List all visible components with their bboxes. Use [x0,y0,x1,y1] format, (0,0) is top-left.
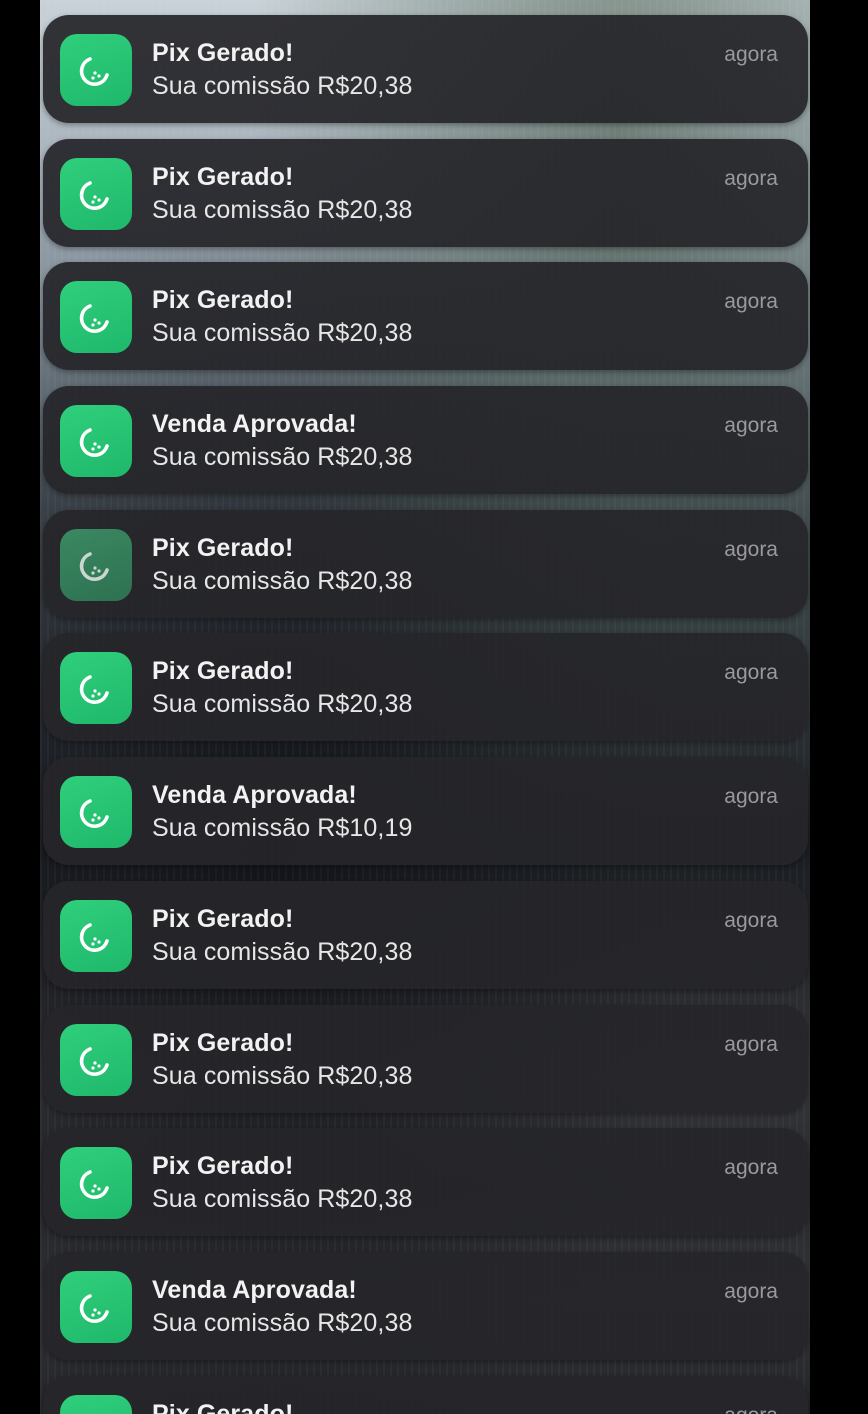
notification-time: agora [724,166,778,190]
notification-card[interactable]: Pix Gerado! Sua comissão R$20,38 agora [43,1128,808,1237]
melon-app-icon [60,405,132,478]
notification-card[interactable]: Venda Aprovada! Sua comissão R$20,38 ago… [43,386,808,495]
notification-card[interactable]: Pix Gerado! Sua comissão R$20,38 agora [43,262,808,371]
lock-screen: Pix Gerado! Sua comissão R$20,38 agora P… [40,0,810,1414]
notification-time: agora [724,908,778,932]
notification-title: Pix Gerado! [152,533,294,562]
notification-body: Sua comissão R$20,38 [152,566,413,595]
melon-app-icon [60,1147,132,1220]
notification-stack[interactable]: Pix Gerado! Sua comissão R$20,38 agora P… [43,15,808,1414]
melon-app-icon [60,34,132,106]
notification-time: agora [724,1404,778,1414]
notification-title: Venda Aprovada! [152,1275,357,1304]
notification-body: Sua comissão R$20,38 [152,937,413,966]
notification-time: agora [724,661,778,685]
notification-card[interactable]: Pix Gerado! Sua comissão R$20,38 agora [43,633,808,742]
notification-card[interactable]: Venda Aprovada! Sua comissão R$10,19 ago… [43,757,808,866]
notification-body: Sua comissão R$20,38 [152,72,413,100]
melon-app-icon [60,1270,132,1343]
notification-body: Sua comissão R$20,38 [152,319,413,348]
notification-title: Pix Gerado! [152,1399,294,1414]
notification-time: agora [724,1156,778,1180]
notification-body: Sua comissão R$20,38 [152,195,413,224]
notification-card[interactable]: Pix Gerado! Sua comissão R$20,38 agora [43,15,808,123]
notification-time: agora [724,290,778,314]
notification-body: Sua comissão R$20,38 [152,1308,413,1337]
notification-title: Venda Aprovada! [152,781,357,810]
notification-title: Pix Gerado! [152,162,294,191]
notification-title: Pix Gerado! [152,657,294,686]
notification-time: agora [724,414,778,438]
melon-app-icon [60,157,132,230]
melon-app-icon [60,776,132,849]
notification-title: Pix Gerado! [152,1028,294,1057]
notification-body: Sua comissão R$20,38 [152,1061,413,1090]
notification-card[interactable]: Venda Aprovada! Sua comissão R$20,38 ago… [43,1251,808,1360]
notification-body: Sua comissão R$20,38 [152,1185,413,1214]
notification-title: Pix Gerado! [152,904,294,933]
melon-app-icon [60,1394,132,1414]
notification-title: Venda Aprovada! [152,410,357,439]
notification-time: agora [724,1032,778,1056]
notification-body: Sua comissão R$20,38 [152,690,413,719]
notification-card[interactable]: Pix Gerado! Sua comissão R$20,38 agora [43,138,808,247]
notification-card-partial[interactable]: Pix Gerado! agora [43,1375,808,1414]
notification-title: Pix Gerado! [152,39,294,67]
notification-time: agora [724,1279,778,1303]
notification-card[interactable]: Pix Gerado! Sua comissão R$20,38 agora [43,509,808,618]
notification-card[interactable]: Pix Gerado! Sua comissão R$20,38 agora [43,880,808,989]
melon-app-icon [60,652,132,725]
notification-time: agora [724,785,778,809]
notification-body: Sua comissão R$20,38 [152,443,413,472]
melon-app-icon [60,281,132,354]
notification-time: agora [724,537,778,561]
melon-app-icon [60,528,132,601]
notification-title: Pix Gerado! [152,286,294,315]
notification-time: agora [724,43,778,66]
melon-app-icon [60,1023,132,1096]
notification-title: Pix Gerado! [152,1152,294,1181]
notification-card[interactable]: Pix Gerado! Sua comissão R$20,38 agora [43,1004,808,1113]
notification-body: Sua comissão R$10,19 [152,814,413,843]
melon-app-icon [60,899,132,972]
